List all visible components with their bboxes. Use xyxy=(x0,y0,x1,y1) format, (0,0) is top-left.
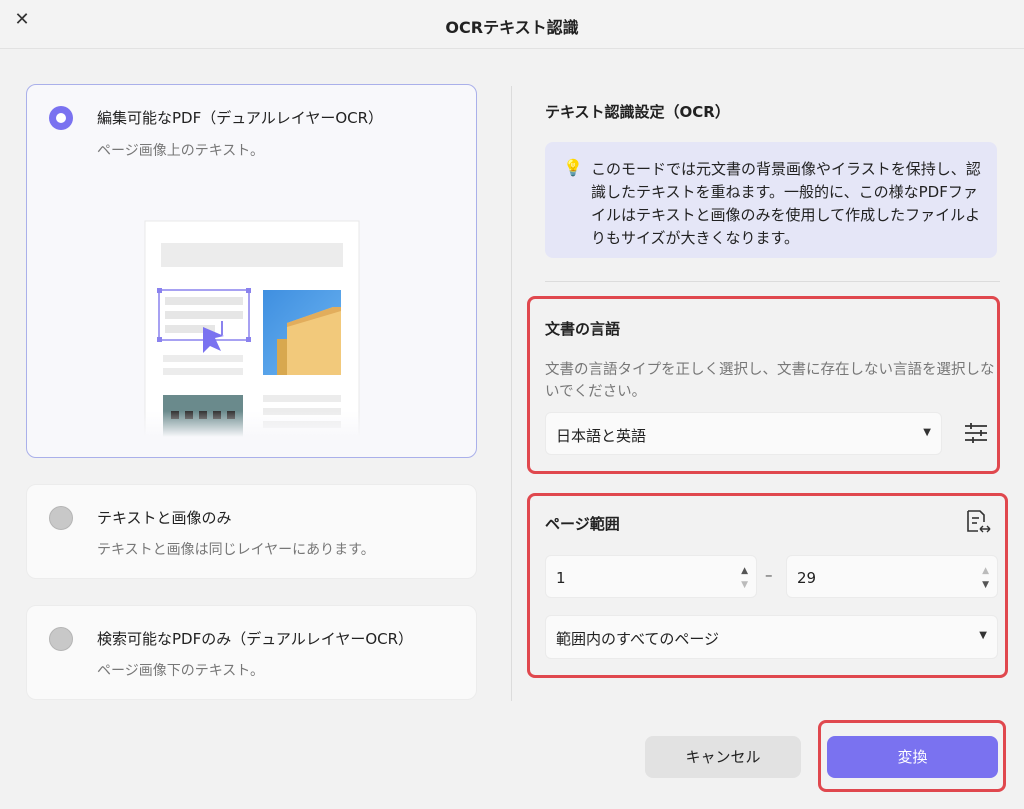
vertical-divider xyxy=(511,86,512,701)
page-scope-select[interactable]: 範囲内のすべてのページ ▼ xyxy=(545,615,998,659)
language-heading: 文書の言語 xyxy=(545,320,621,338)
stepper-arrows-icon[interactable]: ▲ ▼ xyxy=(741,564,748,592)
language-select[interactable]: 日本語と英語 ▼ xyxy=(545,412,942,455)
language-description: 文書の言語タイプを正しく選択し、文書に存在しない言語を選択しないでください。 xyxy=(545,362,995,400)
page-range-icon[interactable] xyxy=(964,508,992,536)
preview-illustration xyxy=(137,220,377,437)
chevron-down-icon: ▼ xyxy=(979,630,987,641)
range-separator: – xyxy=(765,566,773,584)
page-scope-value: 範囲内のすべてのページ xyxy=(556,630,720,648)
option-subtitle: ページ画像上のテキスト。 xyxy=(97,143,265,159)
cancel-button[interactable]: キャンセル xyxy=(645,736,801,778)
lightbulb-icon: 💡 xyxy=(563,158,583,177)
language-select-value: 日本語と英語 xyxy=(556,427,647,445)
info-box: 💡 このモードでは元文書の背景画像やイラストを保持し、認識したテキストを重ねます… xyxy=(545,142,997,258)
option-editable-pdf[interactable]: 編集可能なPDF（デュアルレイヤーOCR） ページ画像上のテキスト。 xyxy=(26,84,477,458)
option-subtitle: テキストと画像は同じレイヤーにあります。 xyxy=(97,542,375,558)
radio-searchable-pdf[interactable] xyxy=(49,627,73,651)
page-from-stepper[interactable]: 1 ▲ ▼ xyxy=(545,555,757,598)
chevron-down-icon: ▼ xyxy=(923,427,931,438)
title-bar: ✕ OCRテキスト認識 xyxy=(0,0,1024,49)
page-to-value: 29 xyxy=(797,569,817,587)
option-subtitle: ページ画像下のテキスト。 xyxy=(97,663,265,679)
horizontal-divider xyxy=(545,281,1000,282)
option-text-image-only[interactable]: テキストと画像のみ テキストと画像は同じレイヤーにあります。 xyxy=(26,484,477,579)
stepper-arrows-icon[interactable]: ▲ ▼ xyxy=(982,564,989,592)
radio-editable-pdf[interactable] xyxy=(49,106,73,130)
option-title: テキストと画像のみ xyxy=(97,509,232,527)
page-from-value: 1 xyxy=(556,569,566,587)
page-to-stepper[interactable]: 29 ▲ ▼ xyxy=(786,555,998,598)
option-searchable-pdf[interactable]: 検索可能なPDFのみ（デュアルレイヤーOCR） ページ画像下のテキスト。 xyxy=(26,605,477,700)
page-range-heading: ページ範囲 xyxy=(545,515,620,533)
convert-button[interactable]: 変換 xyxy=(827,736,998,778)
option-title: 編集可能なPDF（デュアルレイヤーOCR） xyxy=(97,109,384,127)
language-settings-icon[interactable] xyxy=(963,420,989,446)
dialog-title: OCRテキスト認識 xyxy=(445,18,579,37)
option-title: 検索可能なPDFのみ（デュアルレイヤーOCR） xyxy=(97,630,414,648)
ocr-settings-heading: テキスト認識設定（OCR） xyxy=(545,103,730,121)
info-text: このモードでは元文書の背景画像やイラストを保持し、認識したテキストを重ねます。一… xyxy=(591,160,981,247)
radio-text-image-only[interactable] xyxy=(49,506,73,530)
